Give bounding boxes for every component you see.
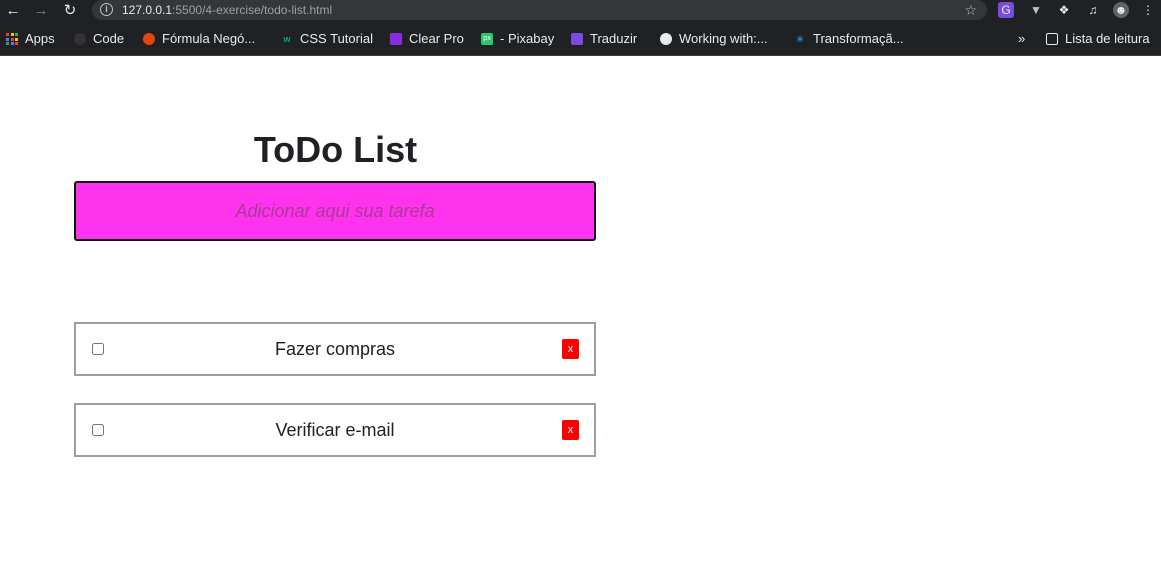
- bookmark-formula-negocio[interactable]: Fórmula Negó...: [143, 31, 255, 47]
- bookmarks-bar: Apps Code Fórmula Negó... w CSS Tutorial…: [0, 22, 1161, 56]
- translate-extension-icon[interactable]: G: [998, 2, 1014, 18]
- bookmark-label: Working with:...: [679, 31, 768, 46]
- todo-list: Fazer compras x Verificar e-mail x: [74, 322, 596, 484]
- apps-grid-icon: [6, 33, 18, 45]
- bookmark-pixabay[interactable]: px - Pixabay: [481, 31, 554, 47]
- reading-list-icon: [1046, 33, 1058, 45]
- more-bookmarks-icon: »: [1018, 31, 1026, 46]
- delete-todo-button[interactable]: x: [562, 339, 579, 359]
- bookmark-apps[interactable]: Apps: [6, 31, 55, 47]
- browser-toolbar: ← → ↻ i 127.0.0.1:5500/4-exercise/todo-l…: [0, 0, 1161, 22]
- bookmark-label: Traduzir: [590, 31, 638, 46]
- reload-icon[interactable]: ↻: [61, 2, 79, 20]
- extensions-puzzle-icon[interactable]: ❖: [1056, 2, 1072, 18]
- profile-avatar-icon[interactable]: ☻: [1113, 2, 1129, 18]
- media-control-icon[interactable]: ♫: [1085, 2, 1101, 18]
- flame-icon: [143, 33, 155, 45]
- todo-item: Fazer compras x: [74, 322, 596, 376]
- bookmark-label: CSS Tutorial: [300, 31, 373, 46]
- bookmark-label: Transformaçã...: [813, 31, 904, 46]
- todo-item: Verificar e-mail x: [74, 403, 596, 457]
- address-bar[interactable]: i 127.0.0.1:5500/4-exercise/todo-list.ht…: [92, 0, 987, 20]
- w3schools-icon: w: [283, 34, 291, 44]
- todo-checkbox[interactable]: [92, 424, 104, 436]
- page-title: ToDo List: [253, 129, 418, 170]
- more-bookmarks-button[interactable]: »: [1018, 31, 1025, 47]
- todo-text: Verificar e-mail: [275, 420, 395, 440]
- site-info-icon[interactable]: i: [100, 3, 113, 16]
- back-icon[interactable]: ←: [4, 2, 22, 20]
- todo-checkbox[interactable]: [92, 343, 104, 355]
- filter-extension-icon[interactable]: ▼: [1028, 2, 1044, 18]
- forward-icon[interactable]: →: [32, 2, 50, 20]
- translate-icon: [571, 33, 583, 45]
- todo-text: Fazer compras: [274, 339, 396, 359]
- reading-list-label: Lista de leitura: [1065, 31, 1150, 46]
- bookmark-star-icon[interactable]: ☆: [964, 1, 977, 19]
- bookmark-clear-pro[interactable]: Clear Pro: [390, 31, 464, 47]
- url-text[interactable]: 127.0.0.1:5500/4-exercise/todo-list.html: [122, 2, 332, 18]
- github-icon: [74, 33, 86, 45]
- bookmark-label: Code: [93, 31, 125, 46]
- bookmark-working-with[interactable]: Working with:...: [660, 31, 768, 47]
- task-input[interactable]: [74, 181, 596, 241]
- bookmark-code[interactable]: Code: [74, 31, 124, 47]
- bookmark-label: Fórmula Negó...: [162, 31, 256, 46]
- reading-list-button[interactable]: Lista de leitura: [1046, 31, 1150, 47]
- globe-icon: [660, 33, 672, 45]
- bookmark-traduzir[interactable]: Traduzir: [571, 31, 637, 47]
- bookmark-label: Apps: [25, 31, 55, 46]
- bookmark-css-tutorial[interactable]: w CSS Tutorial: [281, 31, 373, 47]
- swirl-icon: ❀: [796, 34, 804, 44]
- bookmark-label: Clear Pro: [409, 31, 464, 46]
- bookmark-transformacao[interactable]: ❀ Transformaçã...: [794, 31, 904, 47]
- pixabay-icon: px: [481, 33, 493, 45]
- clear-pro-icon: [390, 33, 402, 45]
- bookmark-label: - Pixabay: [500, 31, 555, 46]
- browser-menu-icon[interactable]: ⋮: [1140, 2, 1156, 18]
- delete-todo-button[interactable]: x: [562, 420, 579, 440]
